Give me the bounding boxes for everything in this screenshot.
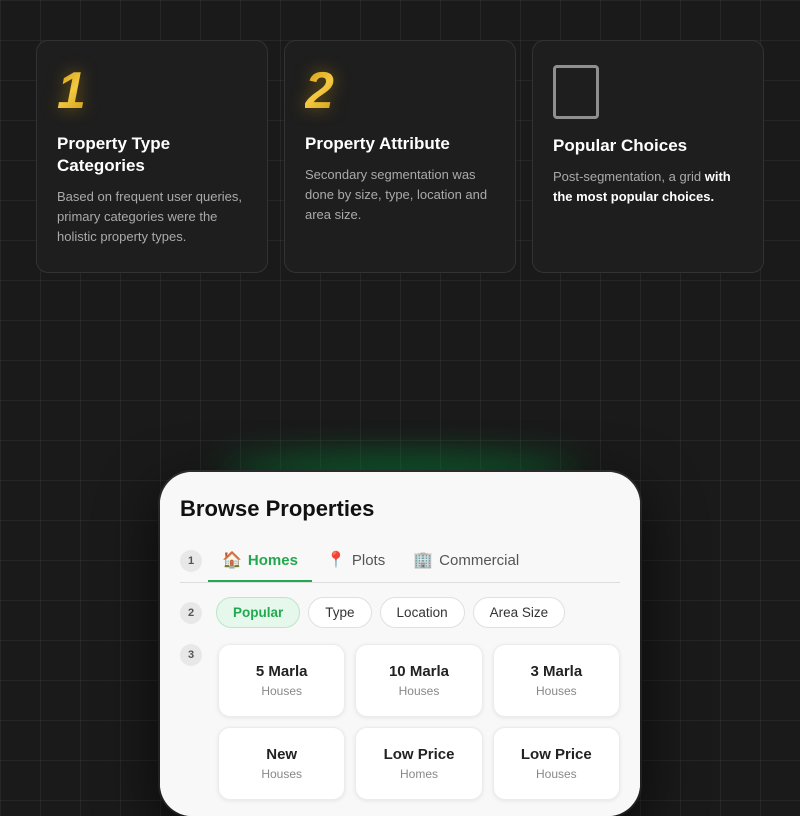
card-2-title: Property Attribute [305, 133, 495, 155]
phone-mockup: Browse Properties 1 🏠 Homes 📍 Plots 🏢 [160, 472, 640, 816]
chip-type[interactable]: Type [308, 597, 371, 628]
grid-item-10-marla-houses[interactable]: 10 Marla Houses [355, 644, 482, 717]
tab-plots-label: Plots [352, 552, 385, 569]
commercial-icon: 🏢 [413, 550, 433, 570]
property-tabs: 🏠 Homes 📍 Plots 🏢 Commercial [208, 540, 620, 582]
card-2-number: 2 [305, 65, 334, 117]
property-grid: 5 Marla Houses 10 Marla Houses 3 Marla H… [218, 644, 620, 800]
card-1-number: 1 [57, 65, 86, 117]
grid-item-title: 3 Marla [504, 663, 609, 680]
property-type-row: 1 🏠 Homes 📍 Plots 🏢 Commercial [180, 540, 620, 582]
grid-item-new-houses[interactable]: New Houses [218, 727, 345, 800]
grid-item-subtitle: Houses [504, 767, 609, 781]
grid-item-title: 5 Marla [229, 663, 334, 680]
home-icon: 🏠 [222, 550, 242, 570]
plots-icon: 📍 [326, 550, 346, 570]
grid-item-subtitle: Houses [229, 767, 334, 781]
grid-item-5-marla-houses[interactable]: 5 Marla Houses [218, 644, 345, 717]
phone-frame: Browse Properties 1 🏠 Homes 📍 Plots 🏢 [160, 472, 640, 816]
step-2-badge: 2 [180, 602, 202, 624]
attribute-chips-row: 2 Popular Type Location Area Size [180, 597, 620, 628]
tab-divider [180, 582, 620, 583]
grid-item-title: New [229, 746, 334, 763]
card-3-desc: Post-segmentation, a grid with the most … [553, 167, 743, 207]
grid-item-low-price-houses[interactable]: Low Price Houses [493, 727, 620, 800]
tab-commercial-label: Commercial [439, 552, 519, 569]
grid-item-title: Low Price [366, 746, 471, 763]
grid-item-title: Low Price [504, 746, 609, 763]
tab-plots[interactable]: 📍 Plots [312, 540, 399, 582]
property-grid-row: 3 5 Marla Houses 10 Marla Houses 3 Marla… [180, 644, 620, 800]
grid-item-subtitle: Houses [229, 684, 334, 698]
card-1: 1 Property Type Categories Based on freq… [36, 40, 268, 273]
card-2-desc: Secondary segmentation was done by size,… [305, 165, 495, 225]
card-3: 3 Popular Choices Post-segmentation, a g… [532, 40, 764, 273]
tab-homes[interactable]: 🏠 Homes [208, 540, 312, 582]
step-3-badge: 3 [180, 644, 202, 666]
card-3-title: Popular Choices [553, 135, 743, 157]
browse-properties-title: Browse Properties [180, 496, 620, 522]
info-cards-section: 1 Property Type Categories Based on freq… [0, 0, 800, 305]
tab-commercial[interactable]: 🏢 Commercial [399, 540, 533, 582]
chip-location[interactable]: Location [380, 597, 465, 628]
chip-popular[interactable]: Popular [216, 597, 300, 628]
step-1-badge: 1 [180, 550, 202, 572]
grid-item-low-price-homes[interactable]: Low Price Homes [355, 727, 482, 800]
card-1-desc: Based on frequent user queries, primary … [57, 187, 247, 247]
phone-screen: Browse Properties 1 🏠 Homes 📍 Plots 🏢 [160, 472, 640, 816]
grid-item-3-marla-houses[interactable]: 3 Marla Houses [493, 644, 620, 717]
grid-item-title: 10 Marla [366, 663, 471, 680]
chip-area-size[interactable]: Area Size [473, 597, 566, 628]
card-1-title: Property Type Categories [57, 133, 247, 177]
tab-homes-label: Homes [248, 552, 298, 569]
grid-item-subtitle: Homes [366, 767, 471, 781]
grid-item-subtitle: Houses [504, 684, 609, 698]
card-2: 2 Property Attribute Secondary segmentat… [284, 40, 516, 273]
card-3-number: 3 [553, 65, 599, 119]
grid-item-subtitle: Houses [366, 684, 471, 698]
